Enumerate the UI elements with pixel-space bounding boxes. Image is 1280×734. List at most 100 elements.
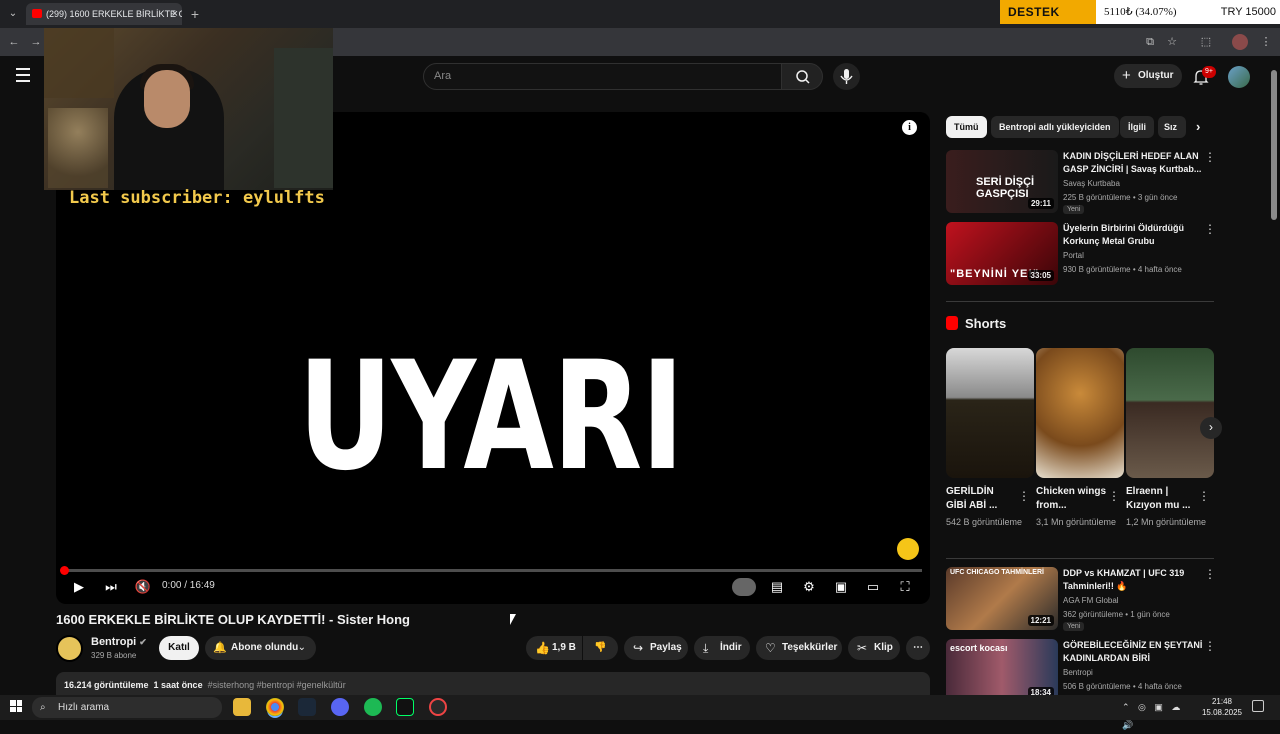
video-thumbnail[interactable]: UFC CHICAGO TAHMİNLERİ 12:21	[946, 567, 1058, 630]
recommendation-item[interactable]: UFC CHICAGO TAHMİNLERİ 12:21 DDP vs KHAM…	[946, 567, 1216, 633]
recommendation-item[interactable]: SERİ DİŞÇİ GASPÇISI 29:11 KADIN DİŞÇİLER…	[946, 150, 1216, 216]
channel-name-text: Bentropi	[91, 636, 137, 648]
next-icon[interactable]: ⏭	[102, 578, 120, 596]
create-button[interactable]: + Oluştur	[1114, 64, 1182, 88]
short-item[interactable]: Chicken wings from... 3,1 Mn görüntüleme…	[1036, 348, 1124, 529]
fullscreen-icon[interactable]: ⛶	[896, 578, 914, 596]
short-title[interactable]: GERİLDİN GİBİ ABİ ...	[946, 485, 1016, 513]
notification-count-badge: 9+	[1202, 66, 1216, 78]
menu-icon[interactable]	[16, 68, 32, 84]
clip-button[interactable]: ✂ Klip	[848, 636, 900, 660]
taskbar-clock[interactable]: 21:48 15.08.2025	[1200, 696, 1244, 718]
recommendation-channel[interactable]: Portal	[1063, 251, 1084, 260]
mute-icon[interactable]: 🔇	[134, 578, 152, 596]
extensions-icon[interactable]: ⬚	[1198, 34, 1214, 50]
play-icon[interactable]: ▶	[70, 578, 88, 596]
page-scrollbar[interactable]	[1271, 70, 1277, 220]
info-icon[interactable]: i	[902, 120, 917, 135]
chip-from-uploader[interactable]: Bentropi adlı yükleyiciden	[991, 116, 1119, 138]
back-icon[interactable]: ←	[6, 34, 22, 50]
chrome-icon[interactable]	[266, 698, 284, 716]
recommendation-item[interactable]: escort kocası 18:34 GÖREBİLECEĞİNİZ EN Ş…	[946, 639, 1214, 695]
recommendation-channel[interactable]: Savaş Kurtbaba	[1063, 179, 1120, 188]
thanks-button[interactable]: ♡ Teşekkürler	[756, 636, 842, 660]
short-item[interactable]: GERİLDİN GİBİ ABİ ... 542 B görüntüleme …	[946, 348, 1034, 529]
more-actions-button[interactable]: ⋯	[906, 636, 930, 660]
video-thumbnail[interactable]: SERİ DİŞÇİ GASPÇISI 29:11	[946, 150, 1058, 213]
channel-avatar[interactable]	[56, 635, 83, 662]
dislike-button[interactable]: 👎	[583, 636, 618, 660]
duration-badge: 33:05	[1027, 270, 1054, 281]
forward-icon[interactable]: →	[28, 34, 44, 50]
channel-watermark-icon[interactable]	[897, 538, 919, 560]
miniplayer-icon[interactable]: ▣	[832, 578, 850, 596]
recommendation-channel[interactable]: Bentropi	[1063, 668, 1093, 677]
more-options-icon[interactable]: ⋮	[1018, 489, 1030, 503]
steam-icon[interactable]	[298, 698, 316, 716]
recommendation-channel[interactable]: AGA FM Global	[1063, 596, 1119, 605]
hashtags[interactable]: #sisterhong #bentropi #genelkültür	[208, 680, 346, 690]
recommendation-item[interactable]: "BEYNİNİ YE!" 33:05 Üyelerin Birbirini Ö…	[946, 222, 1216, 288]
search-input[interactable]: Ara	[423, 63, 782, 90]
file-explorer-icon[interactable]	[233, 698, 251, 716]
bookmark-star-icon[interactable]: ☆	[1164, 34, 1180, 50]
profile-icon[interactable]	[1232, 34, 1248, 50]
browser-tab[interactable]: (299) 1600 ERKEKLE BİRLİKTE O ×	[26, 3, 182, 25]
shorts-next-button[interactable]: ›	[1200, 417, 1222, 439]
short-item[interactable]: Elraenn | Kızıyon mu ... 1,2 Mn görüntül…	[1126, 348, 1214, 529]
more-options-icon[interactable]: ⋮	[1108, 489, 1120, 503]
voice-search-button[interactable]	[833, 63, 860, 90]
more-options-icon[interactable]: ⋮	[1204, 567, 1216, 581]
more-options-icon[interactable]: ⋮	[1204, 150, 1216, 164]
mouse-cursor-icon	[510, 614, 516, 625]
taskbar-search[interactable]: ⌕ Hızlı arama	[32, 697, 222, 718]
recommendation-title[interactable]: Üyelerin Birbirini Öldürdüğü Korkunç Met…	[1063, 222, 1203, 248]
discord-icon[interactable]	[331, 698, 349, 716]
channel-name[interactable]: Bentropi ✔	[91, 636, 147, 648]
account-avatar[interactable]	[1228, 66, 1250, 88]
chevron-right-icon[interactable]: ›	[1188, 116, 1208, 138]
recommendation-title[interactable]: KADIN DİŞÇİLERİ HEDEF ALAN GASP ZİNCİRİ …	[1063, 150, 1203, 176]
new-tab-button[interactable]: +	[186, 5, 204, 23]
chrome-menu-icon[interactable]: ⋮	[1258, 34, 1274, 50]
obs-icon[interactable]	[429, 698, 447, 716]
short-title[interactable]: Elraenn | Kızıyon mu ...	[1126, 485, 1196, 513]
recommendation-title[interactable]: GÖREBİLECEĞİNİZ EN ŞEYTANİ KADINLARDAN B…	[1063, 639, 1203, 665]
thanks-label: Teşekkürler	[782, 642, 838, 653]
subtitles-icon[interactable]: ▤	[768, 578, 786, 596]
more-options-icon[interactable]: ⋮	[1198, 489, 1210, 503]
theater-mode-icon[interactable]: ▭	[864, 578, 882, 596]
short-thumbnail[interactable]	[1036, 348, 1124, 478]
video-thumbnail[interactable]: "BEYNİNİ YE!" 33:05	[946, 222, 1058, 285]
notifications-center-icon[interactable]	[1252, 700, 1264, 712]
chip-all[interactable]: Tümü	[946, 116, 987, 138]
short-thumbnail[interactable]	[1126, 348, 1214, 478]
tab-search-button[interactable]: ⌄	[4, 5, 22, 23]
system-tray[interactable]: ⌃ ◎ ▣ ☁ 🔊	[1122, 698, 1202, 730]
subscribed-button[interactable]: 🔔 Abone olundu ⌄	[205, 636, 316, 660]
settings-gear-icon[interactable]: ⚙	[800, 578, 818, 596]
chip-more[interactable]: Sız	[1158, 116, 1186, 138]
like-button[interactable]: 👍 1,9 B	[526, 636, 582, 660]
join-button[interactable]: Katıl	[159, 636, 199, 660]
share-button[interactable]: ↪ Paylaş	[624, 636, 688, 660]
progress-bar[interactable]	[64, 569, 922, 572]
short-thumbnail[interactable]	[946, 348, 1034, 478]
search-button[interactable]	[781, 63, 823, 90]
progress-scrubber[interactable]	[60, 566, 69, 575]
download-button[interactable]: ⤓ İndir	[694, 636, 750, 660]
video-title: 1600 ERKEKLE BİRLİKTE OLUP KAYDETTİ! - S…	[56, 612, 410, 627]
video-thumbnail[interactable]: escort kocası 18:34	[946, 639, 1058, 695]
close-tab-icon[interactable]: ×	[172, 3, 178, 25]
more-options-icon[interactable]: ⋮	[1204, 222, 1216, 236]
spotify-icon[interactable]	[364, 698, 382, 716]
windows-start-icon[interactable]	[10, 700, 22, 712]
chip-related[interactable]: İlgili	[1120, 116, 1154, 138]
short-title[interactable]: Chicken wings from...	[1036, 485, 1106, 513]
download-icon: ⤓	[703, 641, 709, 655]
autoplay-toggle[interactable]	[732, 578, 756, 596]
more-options-icon[interactable]: ⋮	[1204, 639, 1214, 653]
install-icon[interactable]: ⧉	[1142, 34, 1158, 50]
recommendation-title[interactable]: DDP vs KHAMZAT | UFC 319 Tahminleri!! 🔥	[1063, 567, 1203, 593]
terminal-icon[interactable]	[396, 698, 414, 716]
